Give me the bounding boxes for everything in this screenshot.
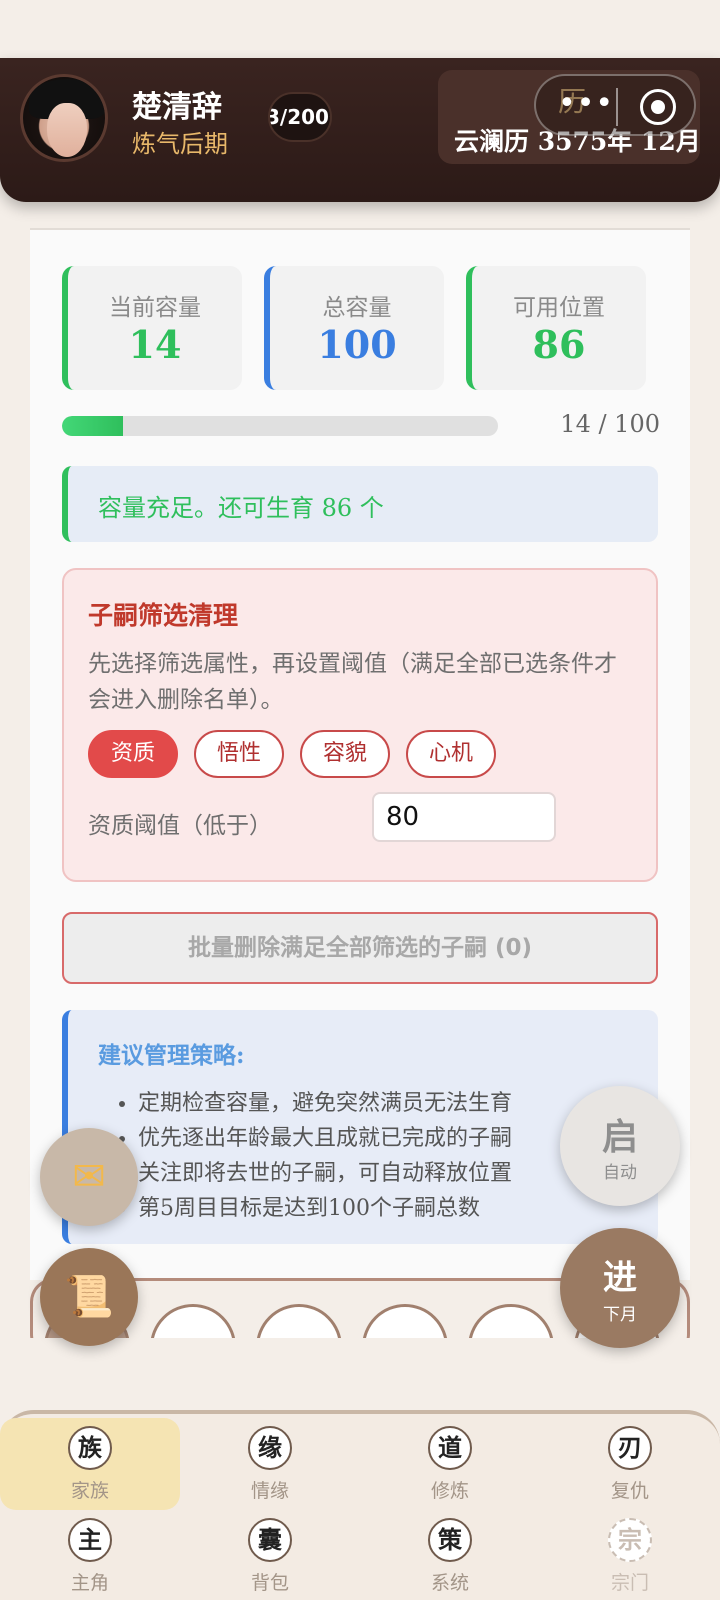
nav-item-system[interactable]: 策 系统	[360, 1510, 540, 1600]
auto-button-label: 自动	[603, 1163, 637, 1183]
nav-item-romance[interactable]: 缘 情缘	[180, 1418, 360, 1510]
nav-label: 复仇	[610, 1480, 649, 1502]
stat-total-capacity: 总容量 100	[264, 266, 444, 390]
nav-label: 宗门	[610, 1572, 649, 1594]
stat-current-capacity: 当前容量 14	[62, 266, 242, 390]
nav-label: 情缘	[250, 1480, 289, 1502]
nav-item-revenge[interactable]: 刃 复仇	[540, 1418, 720, 1510]
hero-realm: 炼气后期	[132, 130, 228, 158]
filter-description: 先选择筛选属性，再设置阈值（满足全部已选条件才会进入删除名单）。	[88, 651, 617, 713]
close-target-icon[interactable]	[640, 89, 676, 125]
more-icon[interactable]: •••	[558, 89, 614, 119]
advice-item: 关注即将去世的子嗣，可自动释放位置	[138, 1156, 512, 1191]
nav-label: 修炼	[430, 1480, 469, 1502]
capacity-notice: 容量充足。还可生育 86 个	[62, 466, 658, 542]
advice-item: 第5周目目标是达到100个子嗣总数	[138, 1191, 512, 1226]
hero-avatar[interactable]	[20, 74, 108, 162]
capsule-divider	[616, 88, 618, 126]
mail-icon[interactable]: ✉	[40, 1128, 138, 1226]
advice-item: 优先逐出年龄最大且成就已完成的子嗣	[138, 1121, 512, 1156]
next-button-label: 下月	[603, 1305, 637, 1325]
protagonist-icon: 主	[68, 1518, 112, 1562]
counter-pill[interactable]: 3/2000	[268, 92, 332, 142]
nav-item-cultivation[interactable]: 道 修炼	[360, 1418, 540, 1510]
capacity-progress-text: 14 / 100	[560, 410, 660, 438]
nav-label: 系统	[430, 1572, 469, 1594]
filter-title: 子嗣筛选清理	[88, 601, 239, 630]
mini-program-capsule: •••	[534, 74, 696, 136]
nav-label: 背包	[250, 1572, 289, 1594]
system-icon: 策	[428, 1518, 472, 1562]
filter-chip-appearance[interactable]: 容貌	[300, 730, 390, 778]
next-month-button[interactable]: 进 下月	[560, 1228, 680, 1348]
filter-chip-scheming[interactable]: 心机	[406, 730, 496, 778]
hero-name: 楚清辞	[132, 90, 222, 125]
offspring-filter-section: 子嗣筛选清理 先选择筛选属性，再设置阈值（满足全部已选条件才会进入删除名单）。 …	[62, 568, 658, 882]
stat-label: 可用位置	[513, 295, 605, 321]
filter-chip-aptitude[interactable]: 资质	[88, 730, 178, 778]
stat-label: 总容量	[322, 295, 392, 321]
advice-title: 建议管理策略:	[98, 1042, 245, 1069]
bulk-delete-button[interactable]: 批量删除满足全部筛选的子嗣 (0)	[62, 912, 658, 984]
counter-text: 3/2000	[268, 105, 330, 129]
capacity-progress-fill	[62, 416, 124, 436]
stat-available-slots: 可用位置 86	[466, 266, 646, 390]
advice-list: 定期检查容量，避免突然满员无法生育 优先逐出年龄最大且成就已完成的子嗣 关注即将…	[138, 1086, 512, 1226]
next-button-glyph: 进	[603, 1258, 637, 1298]
nav-item-family[interactable]: 族 家族	[0, 1418, 180, 1510]
family-icon: 族	[68, 1426, 112, 1470]
revenge-icon: 刃	[608, 1426, 652, 1470]
stat-value: 14	[128, 322, 182, 367]
scroll-icon[interactable]: 📜	[40, 1248, 138, 1346]
nav-item-sect[interactable]: 宗 宗门	[540, 1510, 720, 1600]
nav-item-protagonist[interactable]: 主 主角	[0, 1510, 180, 1600]
stat-value: 100	[317, 322, 397, 367]
nav-label: 家族	[70, 1480, 109, 1502]
top-header: 楚清辞 炼气后期 3/2000 历 云澜历 3575年 12月 •••	[0, 58, 720, 202]
bottom-nav: 族 家族 缘 情缘 道 修炼 刃 复仇 主 主角 囊 背包 策 系统 宗 宗门	[0, 1410, 720, 1600]
sect-icon: 宗	[608, 1518, 652, 1562]
romance-icon: 缘	[248, 1426, 292, 1470]
filter-chip-comprehension[interactable]: 悟性	[194, 730, 284, 778]
nav-label: 主角	[70, 1572, 109, 1594]
auto-button-glyph: 启	[601, 1116, 638, 1158]
stat-label: 当前容量	[109, 295, 201, 321]
stat-value: 86	[532, 322, 586, 367]
nav-item-backpack[interactable]: 囊 背包	[180, 1510, 360, 1600]
threshold-input[interactable]	[372, 792, 556, 842]
backpack-icon: 囊	[248, 1518, 292, 1562]
cultivation-icon: 道	[428, 1426, 472, 1470]
avatar-face	[47, 103, 87, 157]
capacity-progress-bar	[62, 416, 498, 436]
notice-text: 容量充足。还可生育 86 个	[98, 494, 384, 522]
auto-button[interactable]: 启 自动	[560, 1086, 680, 1206]
threshold-label: 资质阈值（低于）	[88, 813, 272, 839]
advice-item: 定期检查容量，避免突然满员无法生育	[138, 1086, 512, 1121]
